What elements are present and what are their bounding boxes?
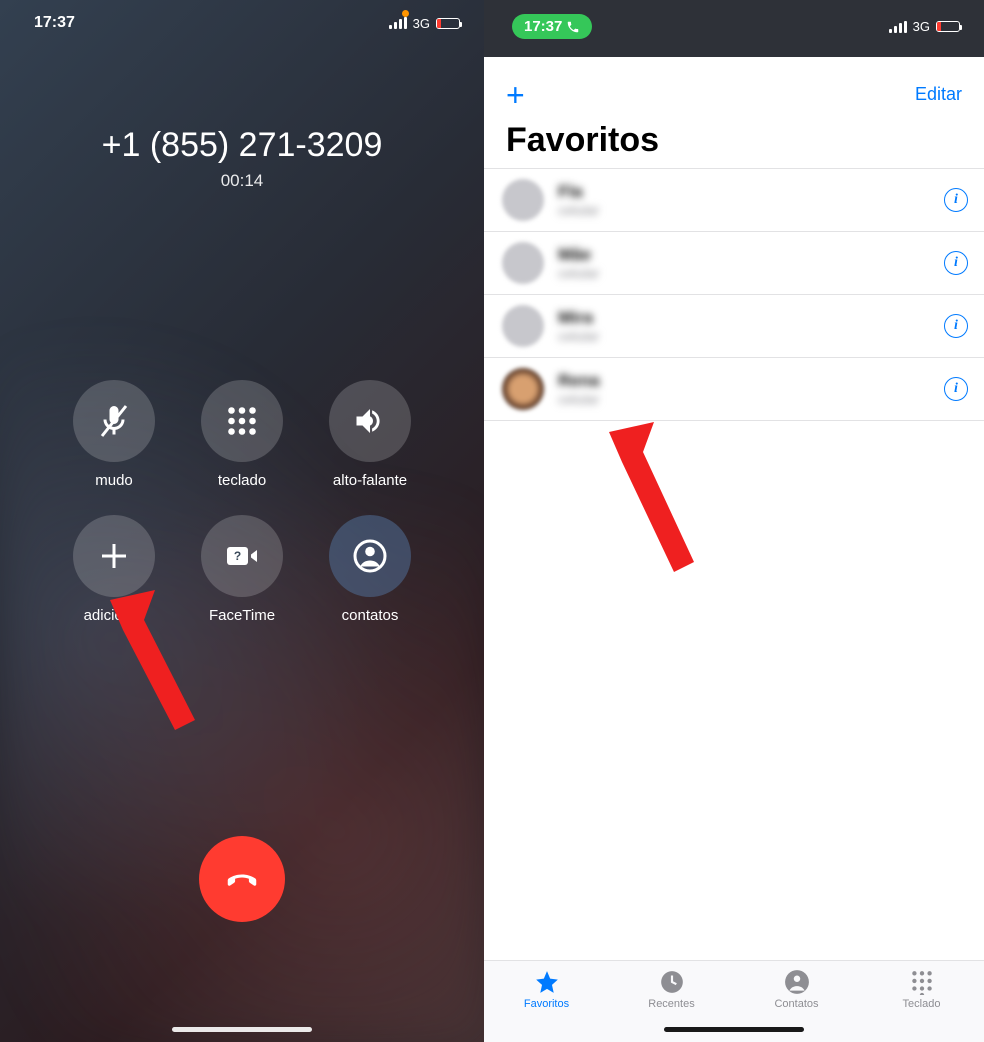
- person-icon: [784, 969, 810, 995]
- favorites-title: Favoritos: [484, 111, 984, 168]
- favorite-sub: celular: [558, 265, 944, 281]
- edit-button[interactable]: Editar: [915, 84, 962, 105]
- network-label: 3G: [913, 19, 930, 34]
- call-button-grid: mudo teclado alto-falante: [0, 380, 484, 624]
- facetime-icon: ?: [224, 538, 260, 574]
- plus-icon: [96, 538, 132, 574]
- speaker-button[interactable]: alto-falante: [329, 380, 411, 489]
- battery-icon: [936, 21, 960, 32]
- avatar-icon: [502, 179, 544, 221]
- info-button[interactable]: i: [944, 251, 968, 275]
- favorite-sub: celular: [558, 391, 944, 407]
- call-info: +1 (855) 271-3209 00:14: [0, 38, 484, 191]
- status-indicators: 3G: [389, 16, 460, 31]
- info-button[interactable]: i: [944, 188, 968, 212]
- tab-favorites[interactable]: Favoritos: [507, 969, 587, 1010]
- status-bar: 17:37 3G: [0, 0, 484, 38]
- keypad-label: teclado: [218, 472, 266, 489]
- tab-label: Favoritos: [524, 998, 569, 1010]
- favorite-row[interactable]: Mira celular i: [484, 295, 984, 358]
- info-button[interactable]: i: [944, 314, 968, 338]
- favorite-name: Mãe: [558, 245, 944, 265]
- speaker-icon: [352, 403, 388, 439]
- favorite-name: Mira: [558, 308, 944, 328]
- svg-text:?: ?: [234, 549, 241, 563]
- favorite-name: Rena: [558, 371, 944, 391]
- avatar-icon: [502, 242, 544, 284]
- network-label: 3G: [413, 16, 430, 31]
- favorites-sheet: + Editar Favoritos Fla celular i Mãe cel…: [484, 62, 984, 1042]
- home-indicator[interactable]: [172, 1027, 312, 1032]
- contacts-button[interactable]: contatos: [329, 515, 411, 624]
- mute-label: mudo: [95, 472, 133, 489]
- tab-keypad[interactable]: Teclado: [882, 969, 962, 1010]
- annotation-arrow: [100, 590, 210, 750]
- tab-contacts[interactable]: Contatos: [757, 969, 837, 1010]
- signal-icon: [389, 17, 407, 29]
- status-indicators: 3G: [889, 19, 960, 34]
- annotation-arrow: [599, 422, 709, 592]
- speaker-label: alto-falante: [333, 472, 407, 489]
- star-icon: [534, 969, 560, 995]
- contact-icon: [352, 538, 388, 574]
- mute-button[interactable]: mudo: [73, 380, 155, 489]
- avatar-icon: [502, 368, 544, 410]
- status-time: 17:37: [34, 14, 75, 32]
- signal-icon: [889, 21, 907, 33]
- phone-screen-call: 17:37 3G +1 (855) 271-3209 00:14 mudo: [0, 0, 484, 1042]
- favorite-name: Fla: [558, 182, 944, 202]
- phone-icon: [566, 20, 580, 34]
- tab-label: Teclado: [903, 998, 941, 1010]
- keypad-icon: [224, 403, 260, 439]
- mic-off-icon: [96, 403, 132, 439]
- contacts-label: contatos: [342, 607, 399, 624]
- call-duration: 00:14: [0, 171, 484, 191]
- favorites-nav: + Editar: [484, 62, 984, 111]
- favorites-list: Fla celular i Mãe celular i Mira celular: [484, 168, 984, 421]
- call-number: +1 (855) 271-3209: [0, 126, 484, 165]
- status-bar: 17:37 3G: [484, 0, 984, 57]
- keypad-button[interactable]: teclado: [201, 380, 283, 489]
- tab-label: Recentes: [648, 998, 694, 1010]
- home-indicator[interactable]: [664, 1027, 804, 1032]
- tab-label: Contatos: [774, 998, 818, 1010]
- tab-recents[interactable]: Recentes: [632, 969, 712, 1010]
- phone-screen-favorites: 17:37 3G + Editar Favoritos Fla celular …: [484, 0, 984, 1042]
- favorite-sub: celular: [558, 328, 944, 344]
- info-button[interactable]: i: [944, 377, 968, 401]
- end-call-button[interactable]: [199, 836, 285, 922]
- dialpad-icon: [909, 969, 935, 995]
- favorite-row[interactable]: Fla celular i: [484, 168, 984, 232]
- favorite-sub: celular: [558, 202, 944, 218]
- battery-icon: [436, 18, 460, 29]
- facetime-label: FaceTime: [209, 607, 275, 624]
- status-time: 17:37: [524, 18, 562, 35]
- facetime-button[interactable]: ? FaceTime: [201, 515, 283, 624]
- add-favorite-button[interactable]: +: [506, 85, 525, 105]
- clock-icon: [659, 969, 685, 995]
- favorite-row[interactable]: Rena celular i: [484, 358, 984, 421]
- call-status-pill[interactable]: 17:37: [512, 14, 592, 39]
- favorite-row[interactable]: Mãe celular i: [484, 232, 984, 295]
- phone-hangup-icon: [224, 861, 260, 897]
- avatar-icon: [502, 305, 544, 347]
